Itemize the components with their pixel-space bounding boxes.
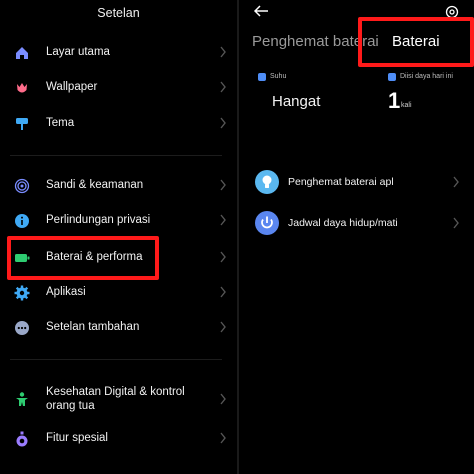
section-divider <box>10 359 222 360</box>
wellbeing-icon <box>16 392 28 406</box>
chevron-right-icon <box>220 251 226 263</box>
settings-item-wallpaper[interactable]: Wallpaper <box>0 74 237 102</box>
special-features-icon <box>16 431 28 447</box>
highlight-box <box>7 236 159 280</box>
battery-panel: Penghemat baterai Baterai Suhu Hangat Di… <box>239 0 474 474</box>
chevron-right-icon <box>453 176 459 188</box>
page-title: Setelan <box>97 6 140 20</box>
settings-item-label: Perlindungan privasi <box>46 214 151 226</box>
shield-info-icon <box>15 214 29 228</box>
charge-label: Diisi daya hari ini <box>400 73 453 80</box>
highlight-box <box>358 17 474 67</box>
settings-item-apps[interactable]: Aplikasi <box>0 279 237 307</box>
settings-item-special-features[interactable]: Fitur spesial <box>0 425 237 453</box>
bulb-icon <box>255 170 279 194</box>
settings-item-theme[interactable]: Tema <box>0 110 237 138</box>
more-dots-icon <box>15 321 29 335</box>
back-arrow-icon[interactable] <box>253 4 269 18</box>
option-label: Penghemat baterai apl <box>288 176 394 188</box>
temperature-label: Suhu <box>270 73 287 80</box>
charge-icon <box>388 73 396 81</box>
option-label: Jadwal daya hidup/mati <box>288 217 398 229</box>
settings-item-security[interactable]: Sandi & keamanan <box>0 172 237 200</box>
settings-item-digital-wellbeing[interactable]: Kesehatan Digital & kontrol orang tua <box>0 383 237 415</box>
temperature-icon <box>258 73 266 81</box>
temperature-value: Hangat <box>272 93 321 110</box>
settings-item-additional[interactable]: Setelan tambahan <box>0 314 237 342</box>
settings-item-label: Sandi & keamanan <box>46 179 144 191</box>
chevron-right-icon <box>220 46 226 58</box>
chevron-right-icon <box>220 81 226 93</box>
settings-item-label: Kesehatan Digital & kontrol orang tua <box>46 386 185 412</box>
settings-item-label: Tema <box>46 117 75 129</box>
settings-item-label: Setelan tambahan <box>46 321 140 333</box>
home-icon <box>16 47 28 59</box>
chevron-right-icon <box>220 117 226 129</box>
section-divider <box>10 155 222 156</box>
option-app-battery-saver[interactable]: Penghemat baterai apl <box>239 167 474 197</box>
chevron-right-icon <box>220 393 226 405</box>
settings-item-label: Layar utama <box>46 46 110 58</box>
settings-item-label: Wallpaper <box>46 81 98 93</box>
settings-item-privacy[interactable]: Perlindungan privasi <box>0 207 237 235</box>
gear-icon <box>14 285 30 301</box>
fingerprint-icon <box>14 178 30 194</box>
tulip-icon <box>17 83 27 93</box>
charge-count: 1 <box>388 88 401 113</box>
option-power-schedule[interactable]: Jadwal daya hidup/mati <box>239 208 474 238</box>
chevron-right-icon <box>220 432 226 444</box>
chevron-right-icon <box>453 217 459 229</box>
paint-roller-icon <box>16 118 28 130</box>
chevron-right-icon <box>220 286 226 298</box>
charge-unit: kali <box>401 102 412 109</box>
chevron-right-icon <box>220 214 226 226</box>
settings-item-label: Fitur spesial <box>46 432 108 444</box>
settings-item-home-screen[interactable]: Layar utama <box>0 39 237 67</box>
chevron-right-icon <box>220 179 226 191</box>
power-icon <box>255 211 279 235</box>
chevron-right-icon <box>220 321 226 333</box>
settings-item-label: Aplikasi <box>46 286 86 298</box>
settings-panel: Setelan Layar utama Wallpaper Tema Sandi… <box>0 0 237 474</box>
